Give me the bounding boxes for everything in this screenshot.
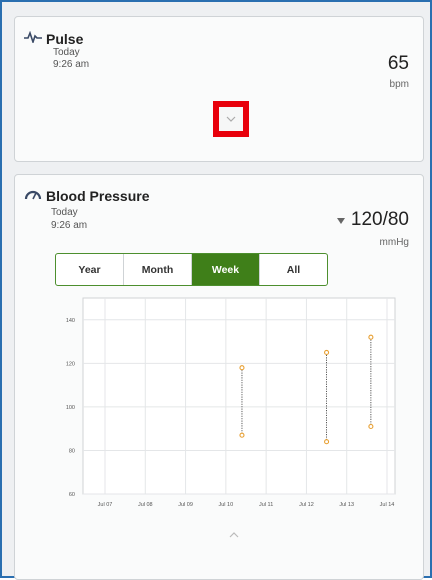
pulse-card: Pulse Today 9:26 am 65 bpm: [14, 16, 424, 162]
pulse-unit: bpm: [389, 79, 409, 90]
x-tick-label: Jul 13: [339, 502, 354, 508]
diastolic-point: [368, 423, 374, 430]
diastolic-point: [324, 439, 330, 445]
y-tick-label: 140: [66, 318, 75, 324]
x-tick-label: Jul 12: [299, 502, 314, 508]
x-tick-label: Jul 11: [259, 502, 273, 508]
x-tick-label: Jul 07: [98, 502, 113, 508]
bp-value: 120/80: [350, 209, 409, 230]
pulse-expand-button[interactable]: [213, 101, 249, 137]
pulse-value: 65: [387, 53, 409, 74]
chevron-up-icon: [229, 529, 239, 541]
tab-year[interactable]: Year: [56, 254, 124, 285]
systolic-point: [324, 349, 330, 355]
bp-date: Today: [51, 207, 78, 218]
bp-title: Blood Pressure: [46, 188, 150, 204]
chevron-down-icon: [226, 114, 236, 125]
y-tick-label: 80: [69, 448, 75, 454]
pulse-time: 9:26 am: [53, 59, 90, 70]
plot-area: [82, 297, 396, 495]
pulse-title-row: Pulse: [24, 30, 83, 48]
x-tick-label: Jul 08: [138, 502, 153, 508]
tab-all[interactable]: All: [260, 254, 327, 285]
systolic-point: [368, 334, 374, 340]
bp-value-row: 120/80: [336, 209, 409, 231]
y-tick-label: 60: [69, 492, 75, 498]
x-tick-label: Jul 09: [178, 502, 193, 508]
blood-pressure-card: Blood Pressure Today 9:26 am 120/80 mmHg…: [14, 174, 424, 580]
bp-time: 9:26 am: [51, 220, 88, 231]
bp-unit: mmHg: [379, 237, 409, 248]
tab-month[interactable]: Month: [124, 254, 192, 285]
pulse-date: Today: [53, 47, 80, 58]
y-tick-label: 120: [66, 361, 75, 367]
y-tick-label: 100: [66, 405, 75, 411]
diastolic-point: [239, 432, 245, 438]
bp-title-row: Blood Pressure: [24, 187, 149, 205]
pulse-title: Pulse: [46, 31, 84, 47]
app-frame: Pulse Today 9:26 am 65 bpm Blood Pressur…: [0, 0, 432, 580]
heartbeat-icon: [24, 30, 42, 48]
x-tick-label: Jul 10: [219, 502, 234, 508]
period-tabs: Year Month Week All: [55, 253, 328, 286]
bp-collapse-button[interactable]: [229, 529, 239, 541]
tab-week[interactable]: Week: [192, 254, 260, 285]
x-tick-label: Jul 14: [380, 502, 395, 508]
gauge-icon: [24, 187, 42, 205]
blood-pressure-chart: 140 120 100 80 60 Jul 07 Jul 08 Jul 09 Jul 10 Jul…: [66, 297, 396, 508]
systolic-point: [239, 365, 245, 371]
triangle-down-icon: [336, 211, 345, 229]
